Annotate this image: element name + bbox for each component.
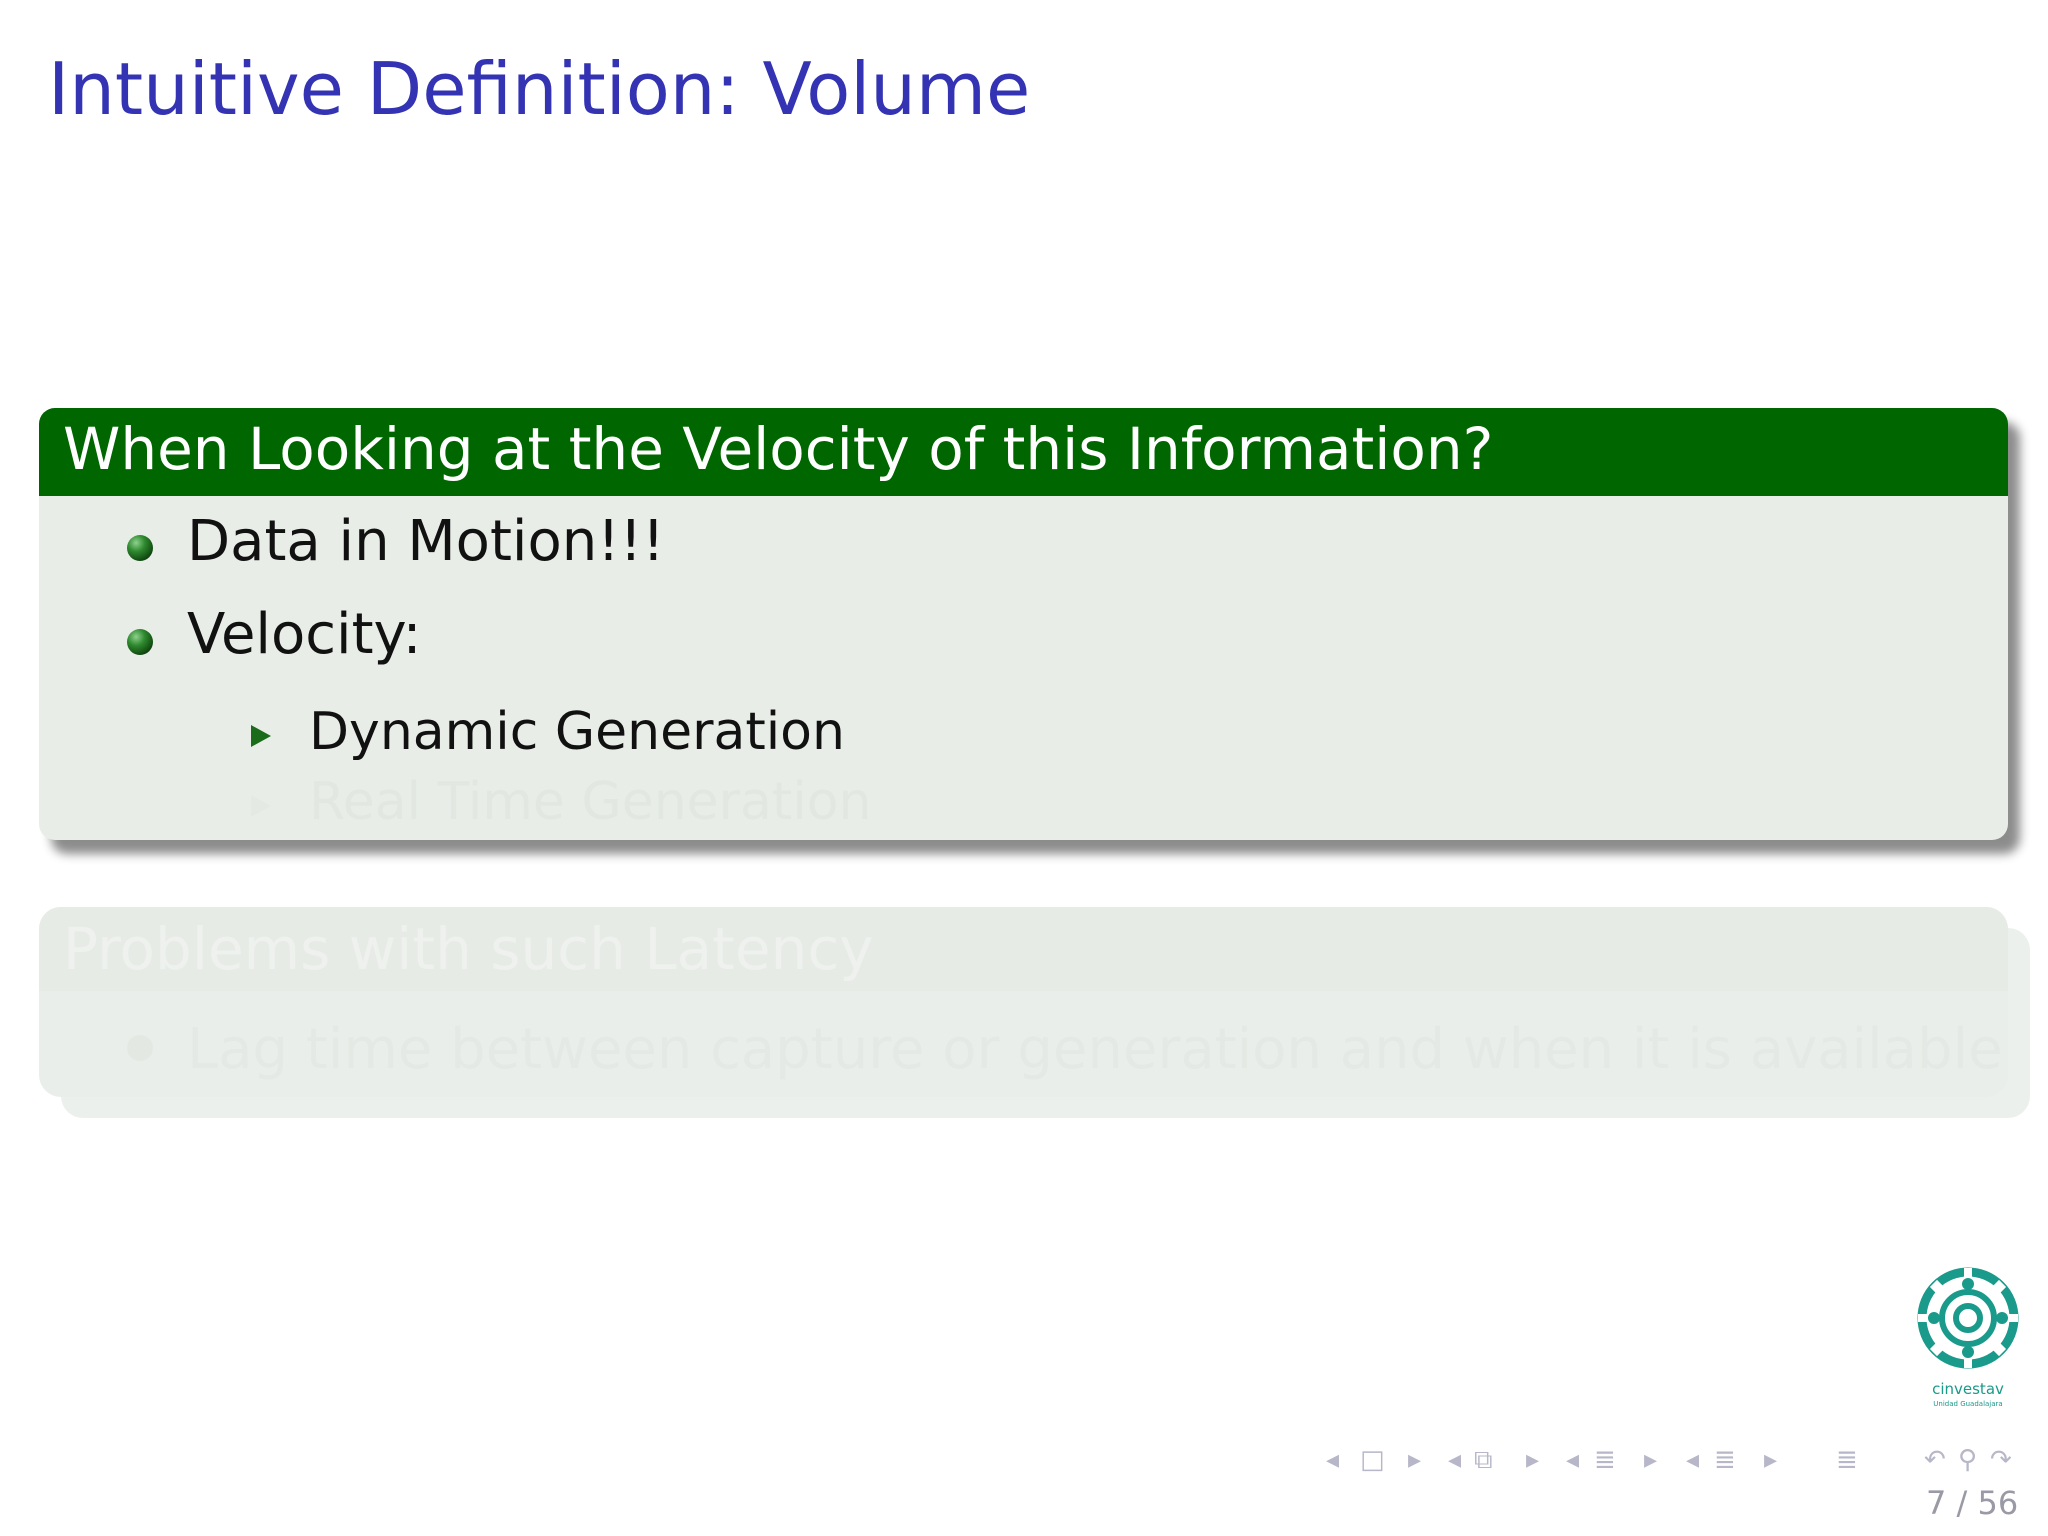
logo-subtext: Unidad Guadalajara [1933,1400,2002,1408]
page-current: 7 [1926,1484,1947,1522]
nav-prev-subsection-icon[interactable]: ◂ [1566,1440,1579,1480]
nav-search-icon[interactable]: ⚲ [1958,1440,1977,1480]
nav-doc-next-icon[interactable]: ▸ [1764,1440,1777,1480]
list-item-velocity: Velocity: [187,602,422,667]
nav-prev-section-icon[interactable]: ◂ [1448,1440,1461,1480]
slide: Intuitive Definition: Volume When Lookin… [0,0,2048,1536]
cinvestav-logo: cinvestav Unidad Guadalajara [1917,1267,2019,1408]
nav-section-icon[interactable]: ⧉ [1474,1440,1493,1480]
triangle-bullet-icon [251,795,271,817]
velocity-block: When Looking at the Velocity of this Inf… [39,408,2008,840]
latency-block: Problems with such Latency Lag time betw… [39,907,2008,1097]
subitem-dynamic-generation: Dynamic Generation [309,702,845,762]
triangle-bullet-icon [251,725,271,747]
list-item-data-in-motion: Data in Motion!!! [187,509,665,574]
nav-doc-icon[interactable]: ≣ [1714,1440,1736,1480]
nav-prev-frame-icon[interactable]: ◂ [1326,1440,1339,1480]
nav-subsection-icon[interactable]: ≣ [1594,1440,1616,1480]
latency-block-heading: Problems with such Latency [39,907,2008,991]
logo-text: cinvestav [1932,1380,2004,1398]
subitem-real-time-generation: Real Time Generation [309,772,872,832]
nav-doc-prev-icon[interactable]: ◂ [1686,1440,1699,1480]
velocity-block-heading: When Looking at the Velocity of this Inf… [39,408,2008,496]
list-item-lag-time: Lag time between capture or generation a… [187,1017,2008,1082]
page-title: Intuitive Definition: Volume [48,47,1031,131]
nav-next-subsection-icon[interactable]: ▸ [1644,1440,1657,1480]
page-number: 7 / 56 [1926,1484,2018,1522]
page-separator: / [1956,1484,1968,1522]
bullet-icon [127,1035,153,1061]
nav-frame-icon[interactable]: □ [1360,1440,1385,1480]
bullet-icon [127,535,153,561]
page-total: 56 [1977,1484,2019,1522]
nav-toc-icon[interactable]: ≣ [1836,1440,1858,1480]
bullet-icon [127,629,153,655]
nav-forward-icon[interactable]: ↷ [1990,1440,2012,1480]
nav-next-frame-icon[interactable]: ▸ [1408,1440,1421,1480]
nav-back-icon[interactable]: ↶ [1924,1440,1946,1480]
nav-next-section-icon[interactable]: ▸ [1526,1440,1539,1480]
beamer-navigation: ◂ □ ▸ ◂ ⧉ ▸ ◂ ≣ ▸ ◂ ≣ ▸ ≣ ↶ ⚲ ↷ [1326,1440,2026,1480]
